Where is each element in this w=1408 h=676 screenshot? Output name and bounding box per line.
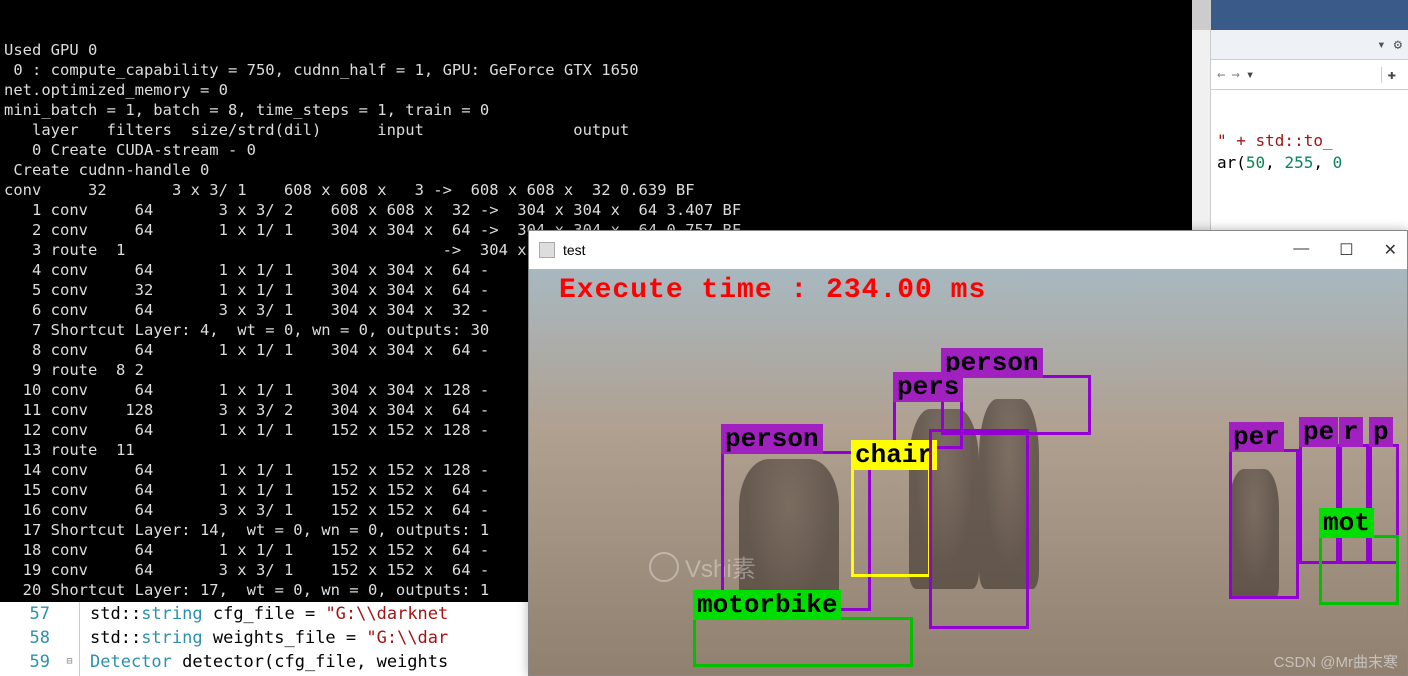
ide-code-snippet: " + std::to_ ar(50, 255, 0: [1211, 90, 1408, 174]
ide-nav[interactable]: ← → ▾ ✚: [1211, 60, 1408, 90]
bbox-label: chair: [851, 440, 937, 470]
nav-fwd-icon[interactable]: →: [1231, 67, 1239, 83]
window-titlebar[interactable]: test — ☐ ✕: [529, 231, 1407, 269]
close-button[interactable]: ✕: [1384, 240, 1397, 260]
bbox-label: person: [721, 424, 823, 454]
bbox-person: person: [721, 451, 871, 611]
scrollbar-thumb[interactable]: [1192, 0, 1210, 30]
bbox-label: per: [1229, 422, 1284, 452]
code-text: " + std::to_: [1217, 131, 1333, 150]
ide-tabbar[interactable]: [1211, 0, 1408, 30]
nav-dropdown[interactable]: ▾: [1246, 67, 1254, 83]
line-number: 58: [0, 626, 50, 650]
line-number: 59: [0, 650, 50, 674]
bbox-per: per: [1229, 449, 1299, 599]
minimize-button[interactable]: —: [1293, 240, 1309, 260]
nav-add-icon[interactable]: ✚: [1381, 67, 1402, 83]
bbox-label: r: [1339, 417, 1363, 447]
bbox-motorbike: motorbike: [693, 617, 913, 667]
ide-toolbar[interactable]: ▾ ⚙: [1211, 30, 1408, 60]
detection-window[interactable]: test — ☐ ✕ Vshi素 Execute time : 234.00 m…: [528, 230, 1408, 676]
bbox-label: mot: [1319, 508, 1374, 538]
window-icon: [539, 242, 555, 258]
code-text: 50: [1246, 153, 1265, 172]
gear-icon[interactable]: ⚙: [1394, 37, 1402, 53]
detection-image: Vshi素 Execute time : 234.00 ms personper…: [529, 269, 1407, 675]
csdn-watermark: CSDN @Mr曲末寒: [1274, 651, 1398, 672]
bbox-label: pers: [893, 372, 963, 402]
code-text: ar(: [1217, 153, 1246, 172]
line-number: 57: [0, 602, 50, 626]
bbox-label: motorbike: [693, 590, 841, 620]
divider-icon: ▾: [1377, 37, 1385, 53]
fold-gutter[interactable]: ⊟: [60, 602, 80, 676]
bbox-chair: chair: [851, 467, 931, 577]
bbox-label: p: [1369, 417, 1393, 447]
nav-back-icon[interactable]: ←: [1217, 67, 1225, 83]
line-gutter: 57 58 59: [0, 602, 60, 676]
bbox-mot: mot: [1319, 535, 1399, 605]
code-text: 255: [1284, 153, 1313, 172]
execution-time-text: Execute time : 234.00 ms: [559, 275, 986, 306]
code-text: ,: [1265, 153, 1284, 172]
bbox-object: [929, 429, 1029, 629]
code-text: 0: [1333, 153, 1343, 172]
window-title: test: [563, 242, 1293, 258]
bbox-label: pe: [1299, 417, 1338, 447]
code-text: ,: [1313, 153, 1332, 172]
maximize-button[interactable]: ☐: [1339, 240, 1353, 260]
bbox-person: person: [941, 375, 1091, 435]
